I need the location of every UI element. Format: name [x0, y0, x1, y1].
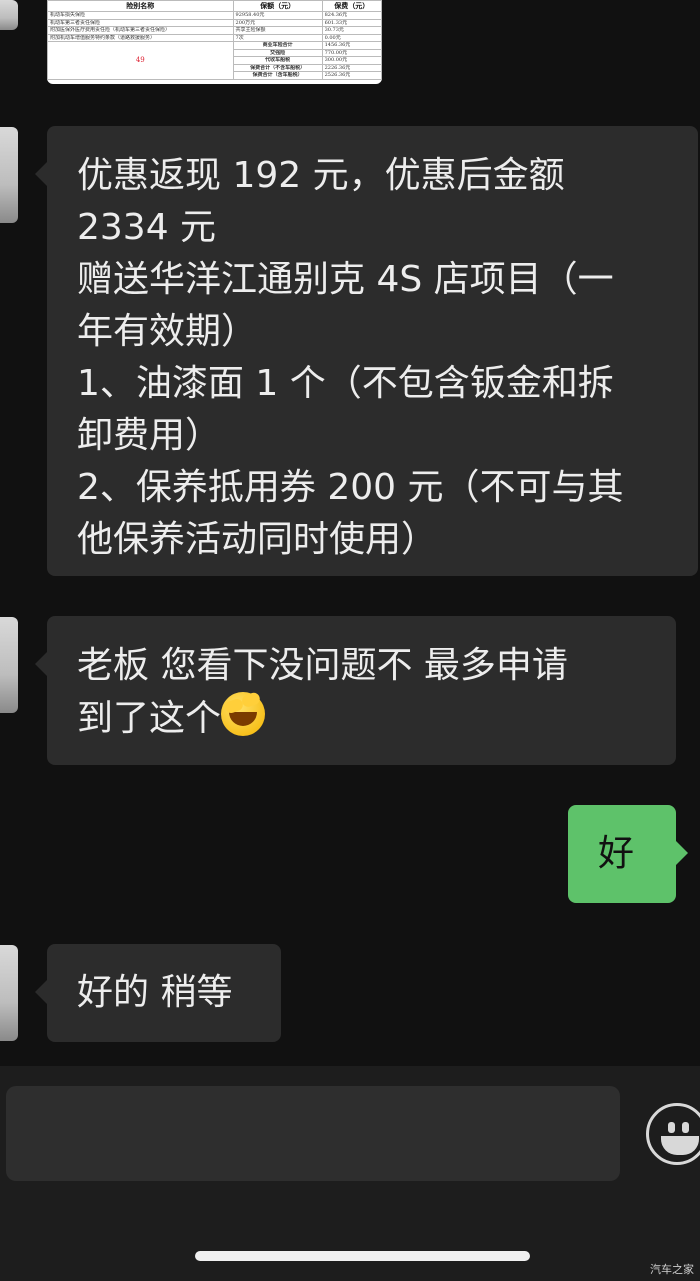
insurance-quote-image[interactable]: 险别名称 保额（元） 保费（元） 机动车损失保险 92958.40元 824.3…: [47, 0, 382, 84]
emoji-eye: [668, 1122, 675, 1133]
message-line: 1、油漆面 1 个（不包含钣金和拆: [77, 363, 614, 404]
message-line: 老板 您看下没问题不 最多申请: [77, 645, 568, 686]
summary-label: 保费合计（含车船税）: [232, 71, 323, 80]
message-bubble[interactable]: 好的 稍等: [35, 944, 281, 1042]
table-cell: 200万元: [232, 18, 323, 27]
message-line: 优惠返现 192 元，优惠后金额: [77, 155, 565, 196]
table-cell: 共享主险保额: [232, 26, 323, 35]
summary-value: 2526.36元: [321, 71, 382, 80]
message-line-text: 到了这个: [77, 698, 222, 739]
table-header: 险别名称: [47, 0, 234, 12]
red-number: 49: [47, 41, 234, 80]
table-cell: 601.33元: [321, 18, 382, 27]
table-cell: 824.36元: [321, 11, 382, 20]
avatar[interactable]: [0, 127, 18, 223]
summary-label: 商业车险合计: [232, 41, 323, 50]
message-bubble[interactable]: 老板 您看下没问题不 最多申请 到了这个: [35, 616, 676, 765]
table-row: 附加机动车增值服务特约条款（道路救援服务） 7次 0.00元: [47, 33, 382, 42]
table-cell: 7次: [232, 33, 323, 42]
home-indicator[interactable]: [195, 1251, 530, 1261]
message-line: 他保养活动同时使用）: [77, 519, 438, 560]
table-row: 附加医保外医疗费用责任险（机动车第三者责任保险） 共享主险保额 30.73元: [47, 26, 382, 35]
emoji-mouth: [661, 1136, 699, 1155]
table-cell: 92958.40元: [232, 11, 323, 20]
message-line: 2334 元: [77, 207, 217, 248]
message-bubble-mine[interactable]: 好: [568, 805, 688, 903]
table-cell: 机动车第三者责任保险: [47, 18, 234, 27]
summary-value: 770.00元: [321, 48, 382, 57]
summary-label: 保费合计（不含车船税）: [232, 63, 323, 72]
summary-value: 2226.36元: [321, 63, 382, 72]
table-cell: 30.73元: [321, 26, 382, 35]
avatar[interactable]: [0, 945, 18, 1041]
summary-label: 代收车船税: [232, 56, 323, 65]
table-row: 机动车损失保险 92958.40元 824.36元: [47, 11, 382, 20]
table-row: 49 商业车险合计 1456.36元: [47, 41, 382, 80]
summary-value: 300.00元: [321, 56, 382, 65]
emoji-eye: [682, 1122, 689, 1133]
avatar[interactable]: [0, 0, 18, 30]
table-cell: 附加医保外医疗费用责任险（机动车第三者责任保险）: [47, 26, 234, 35]
message-line: 2、保养抵用券 200 元（不可与其: [77, 467, 624, 508]
summary-label: 交强险: [232, 48, 323, 57]
watermark: 汽车之家: [650, 1263, 694, 1276]
table-cell: 机动车损失保险: [47, 11, 234, 20]
message-line: 赠送华洋江通别克 4S 店项目（一: [77, 259, 614, 300]
insurance-table: 险别名称 保额（元） 保费（元） 机动车损失保险 92958.40元 824.3…: [47, 0, 382, 80]
emoji-button-icon[interactable]: [646, 1103, 700, 1165]
message-line: 好的 稍等: [77, 972, 233, 1013]
message-line: 好: [598, 833, 635, 874]
facepalm-crying-emoji-icon: [221, 692, 266, 736]
table-header: 保额（元）: [232, 0, 323, 12]
table-row: 机动车第三者责任保险 200万元 601.33元: [47, 18, 382, 27]
table-cell: 0.00元: [321, 33, 382, 42]
message-input[interactable]: [6, 1086, 620, 1181]
table-cell: 附加机动车增值服务特约条款（道路救援服务）: [47, 33, 234, 42]
table-header: 保费（元）: [321, 0, 382, 12]
message-line: 卸费用）: [77, 415, 222, 456]
summary-value: 1456.36元: [321, 41, 382, 50]
message-line: 到了这个: [77, 692, 676, 745]
message-bubble[interactable]: 优惠返现 192 元，优惠后金额 2334 元 赠送华洋江通别克 4S 店项目（…: [35, 126, 698, 576]
avatar[interactable]: [0, 617, 18, 713]
message-line: 年有效期）: [77, 311, 258, 352]
